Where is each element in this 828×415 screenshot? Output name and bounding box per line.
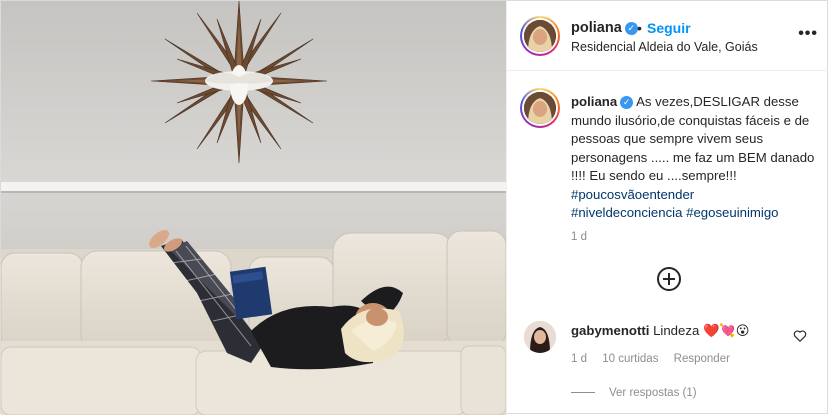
follow-button[interactable]: Seguir [647, 20, 691, 36]
avatar-photo-icon [524, 20, 556, 52]
avatar[interactable] [524, 20, 556, 52]
caption-username[interactable]: poliana [571, 94, 617, 109]
post-photo-image [1, 1, 506, 415]
hashtag-link[interactable]: #egoseuinimigo [686, 205, 778, 220]
comment-emoji: ❤️💘😮 [702, 323, 750, 338]
post-caption: poliana ✓ As vezes,DESLIGAR desse mundo i… [571, 93, 821, 223]
caption-avatar[interactable] [524, 92, 556, 124]
comment-timestamp[interactable]: 1 d [571, 353, 587, 365]
post-photo[interactable] [1, 1, 506, 415]
location-link[interactable]: Residencial Aldeia do Vale, Goiás [571, 40, 758, 54]
hashtag-link[interactable]: #niveldeconciencia [571, 205, 682, 220]
commenter-photo-icon [524, 321, 556, 353]
verified-badge-icon: ✓ [624, 22, 638, 35]
view-replies-label[interactable]: Ver respostas (1) [609, 387, 697, 399]
post-header: poliana ✓ • Seguir Residencial Aldeia do … [507, 1, 828, 71]
load-more-comments-icon[interactable] [657, 267, 681, 291]
caption-timestamp[interactable]: 1 d [571, 231, 587, 243]
comment: gabymenotti Lindeza ❤️💘😮 [571, 323, 750, 339]
header-separator: • [637, 20, 642, 36]
comment-likes[interactable]: 10 curtidas [602, 353, 658, 365]
header-username[interactable]: poliana [571, 20, 622, 36]
reply-button[interactable]: Responder [674, 353, 730, 365]
more-options-icon[interactable]: ••• [798, 25, 818, 43]
hashtag-link[interactable]: #poucosvãoentender [571, 187, 694, 202]
header-username-group[interactable]: poliana ✓ [571, 20, 638, 36]
replies-divider [571, 392, 595, 393]
comment-meta: 1 d 10 curtidas Responder [571, 353, 742, 365]
view-replies-button[interactable]: Ver respostas (1) [571, 387, 697, 399]
commenter-avatar[interactable] [524, 321, 556, 353]
caption-verified-badge-icon: ✓ [620, 96, 634, 109]
like-comment-heart-icon[interactable] [793, 329, 807, 343]
comment-username[interactable]: gabymenotti [571, 323, 649, 338]
comment-text: Lindeza [653, 323, 700, 338]
instagram-post: poliana ✓ • Seguir Residencial Aldeia do … [0, 0, 828, 415]
post-side-panel: poliana ✓ • Seguir Residencial Aldeia do … [506, 1, 828, 415]
caption-avatar-photo-icon [524, 92, 556, 124]
